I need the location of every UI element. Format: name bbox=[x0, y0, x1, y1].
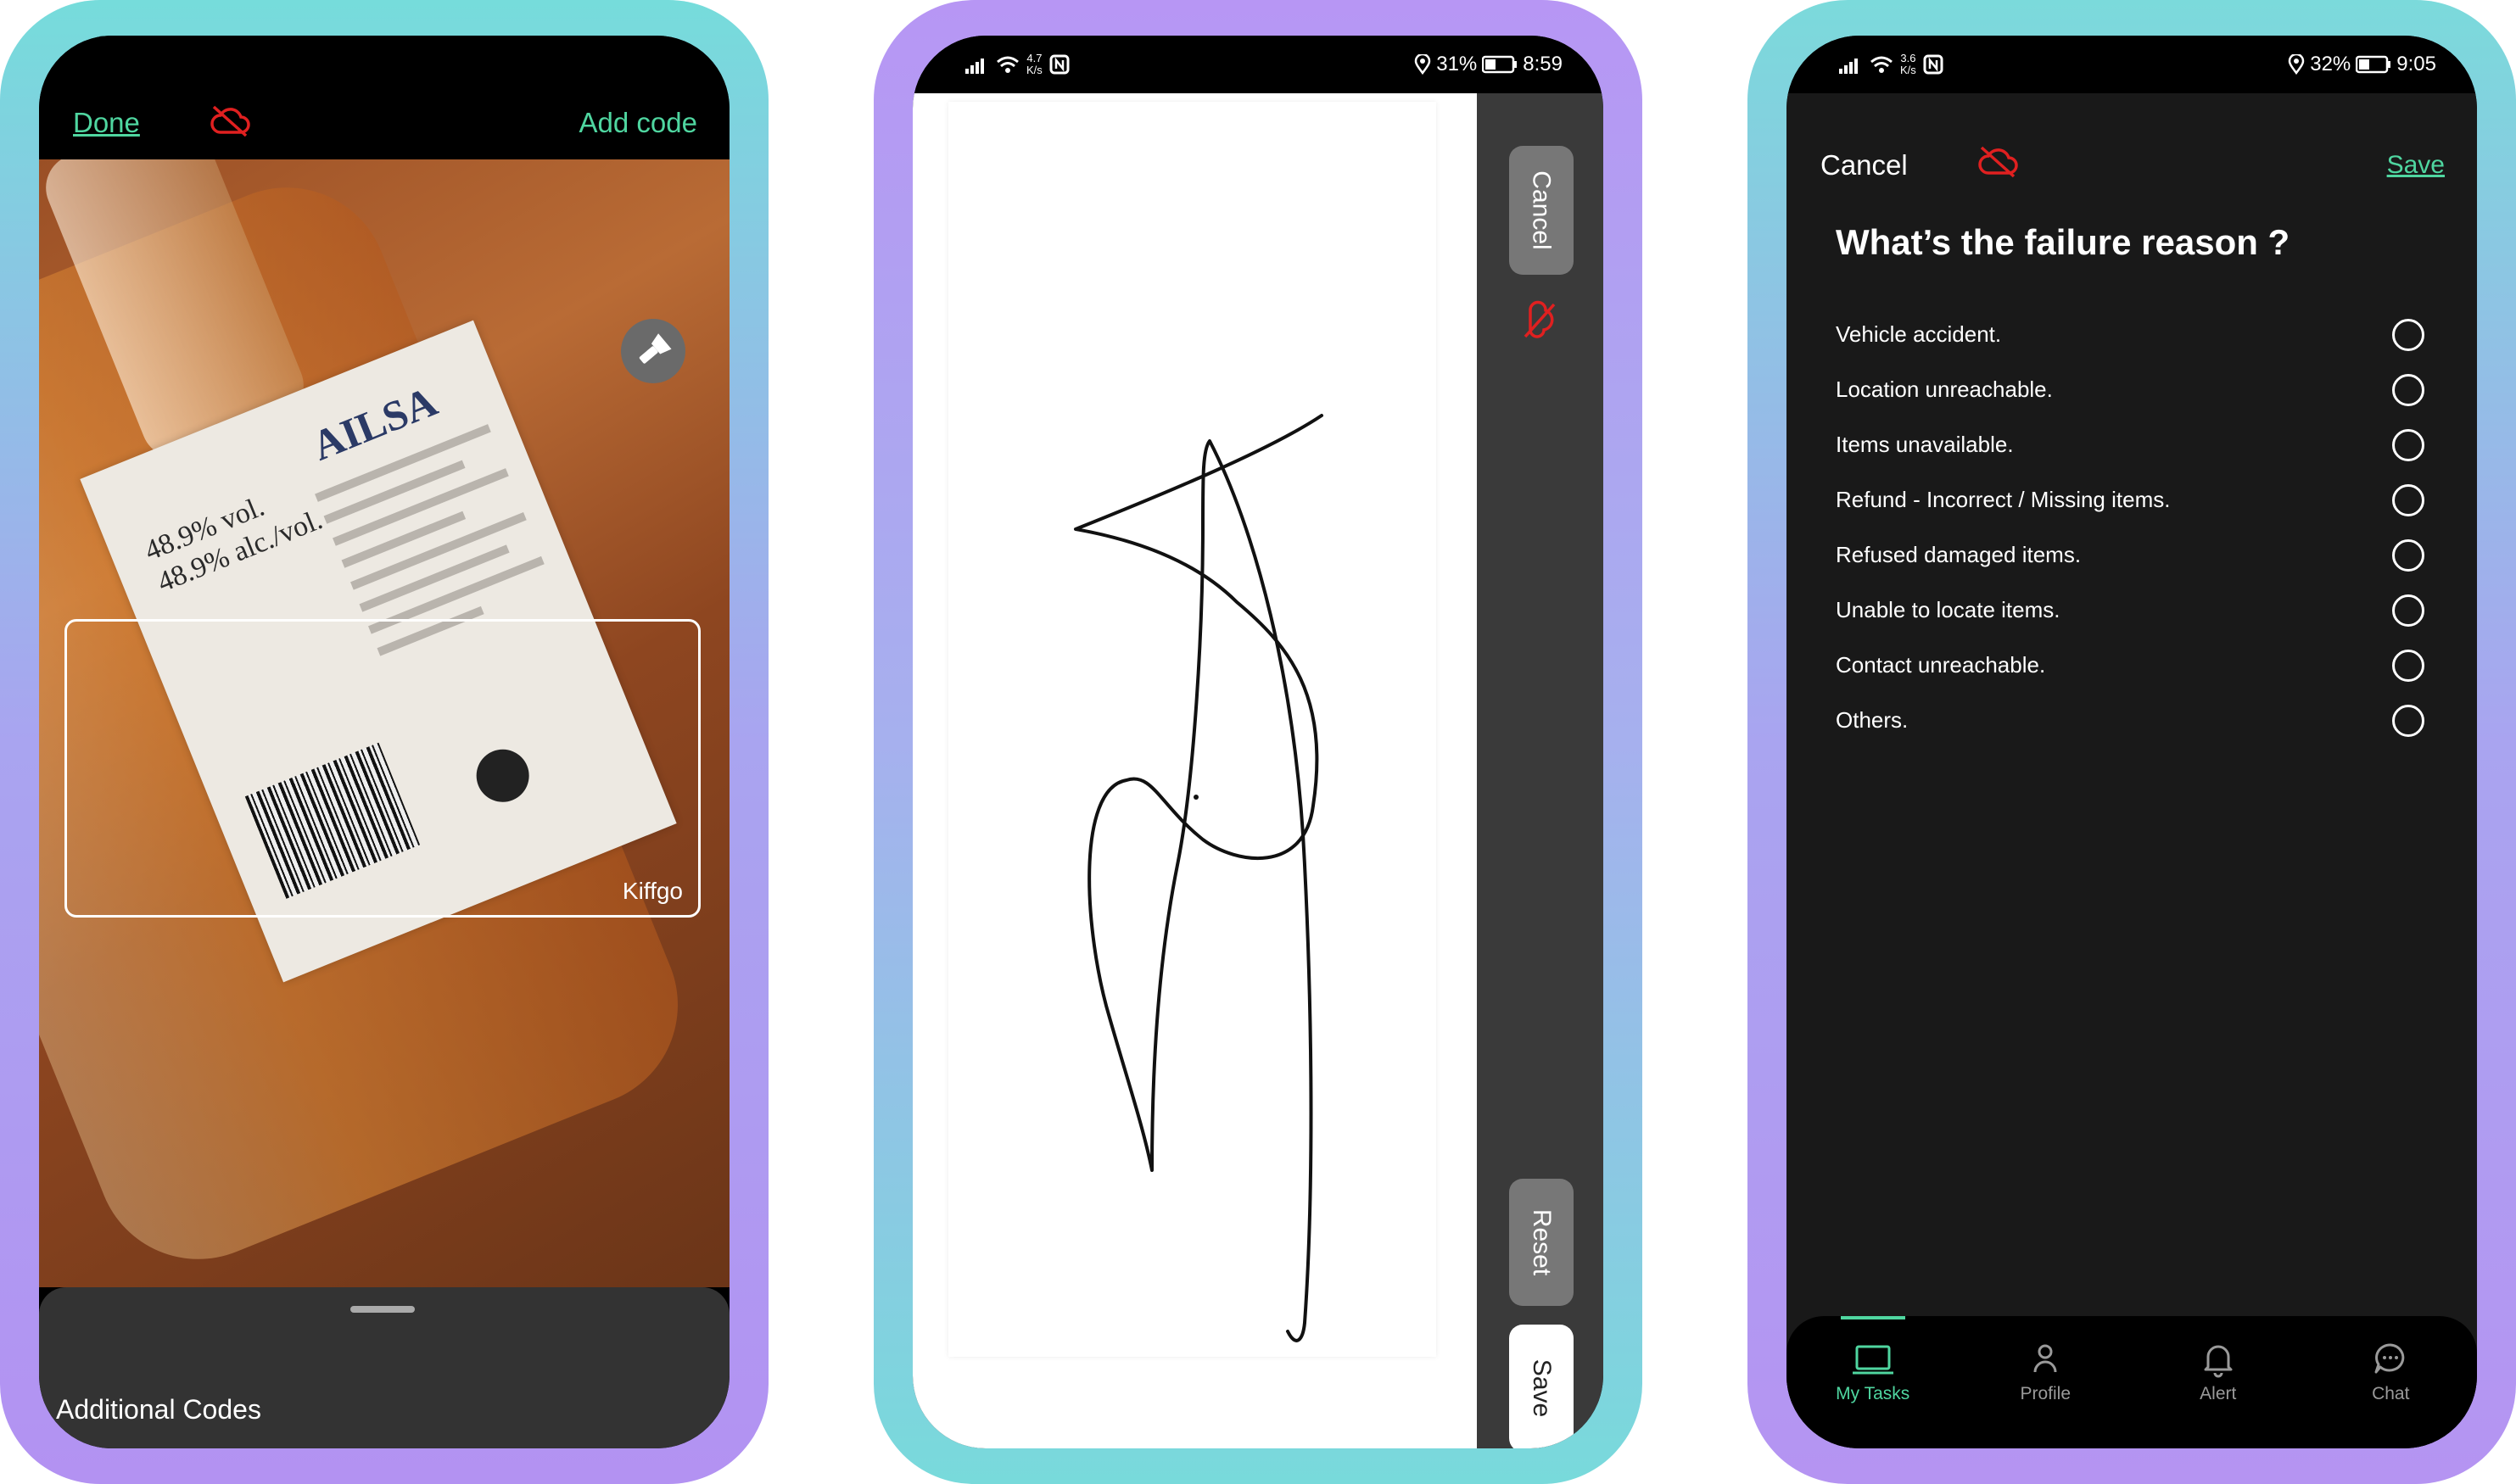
status-left: 3.6 K/s bbox=[1839, 53, 1943, 76]
radio-button[interactable] bbox=[2392, 594, 2424, 627]
failure-reason-screen: 3.6 K/s 32% 9:05 Cancel Save What’s the … bbox=[1786, 36, 2477, 1448]
reason-option-contact-unreachable[interactable]: Contact unreachable. bbox=[1836, 638, 2424, 693]
signature-pad[interactable] bbox=[948, 102, 1436, 1357]
nav-item-chat[interactable]: Chat bbox=[2305, 1316, 2478, 1448]
reason-option-location-unreachable[interactable]: Location unreachable. bbox=[1836, 362, 2424, 417]
reason-label: Location unreachable. bbox=[1836, 377, 2053, 402]
additional-codes-sheet[interactable]: Additional Codes bbox=[39, 1287, 730, 1448]
nav-item-profile[interactable]: Profile bbox=[1960, 1316, 2133, 1448]
reason-option-vehicle-accident[interactable]: Vehicle accident. bbox=[1836, 307, 2424, 362]
signal-icon bbox=[965, 59, 984, 74]
phone-frame-failure-reason: 3.6 K/s 32% 9:05 Cancel Save What’s the … bbox=[1747, 0, 2516, 1484]
cloud-off-icon bbox=[1978, 146, 2018, 178]
radio-button[interactable] bbox=[2392, 318, 2424, 351]
wifi-icon bbox=[997, 56, 1019, 73]
sheet-drag-handle[interactable] bbox=[350, 1306, 415, 1313]
battery-percent: 31% bbox=[1436, 53, 1478, 75]
location-icon bbox=[2288, 54, 2305, 75]
nav-label: My Tasks bbox=[1836, 1384, 1910, 1403]
signature-screen: 4.7 K/s 31% 8:59 Cancel Reset Save bbox=[913, 36, 1603, 1448]
sheet-title: Additional Codes bbox=[56, 1394, 261, 1425]
speed-unit: K/s bbox=[1026, 64, 1043, 76]
network-speed: 4.7 K/s bbox=[1026, 53, 1043, 76]
network-speed: 3.6 K/s bbox=[1900, 53, 1916, 76]
status-left: 4.7 K/s bbox=[965, 53, 1070, 76]
signature-canvas-area bbox=[913, 93, 1477, 1448]
bottle-abv-text: 48.9% vol. 48.9% alc./vol. bbox=[140, 471, 327, 600]
reason-label: Refused damaged items. bbox=[1836, 542, 2082, 567]
done-button[interactable]: Done bbox=[73, 107, 140, 139]
scanner-screen: Done Add code AILSA 48.9% vol. 48.9% alc… bbox=[39, 36, 730, 1448]
battery-percent: 32% bbox=[2310, 53, 2351, 75]
reason-label: Contact unreachable. bbox=[1836, 652, 2046, 678]
reason-label: Items unavailable. bbox=[1836, 432, 2014, 457]
radio-button[interactable] bbox=[2392, 373, 2424, 406]
reason-label: Refund - Incorrect / Missing items. bbox=[1836, 487, 2171, 512]
reason-list: Vehicle accident. Location unreachable. … bbox=[1836, 307, 2424, 748]
save-button[interactable]: Save bbox=[2387, 151, 2445, 180]
cancel-label: Cancel bbox=[1528, 170, 1557, 250]
save-label: Save bbox=[1527, 1358, 1556, 1418]
chat-bubble-icon bbox=[2374, 1343, 2405, 1374]
flashlight-button[interactable] bbox=[621, 319, 685, 383]
bottom-nav: My Tasks Profile Alert Chat bbox=[1786, 1316, 2477, 1448]
reset-button[interactable]: Reset bbox=[1509, 1179, 1574, 1306]
cloud-off-icon bbox=[1524, 300, 1556, 338]
reason-option-refund[interactable]: Refund - Incorrect / Missing items. bbox=[1836, 472, 2424, 527]
status-bar: 4.7 K/s 31% 8:59 bbox=[913, 36, 1603, 93]
reason-label: Vehicle accident. bbox=[1836, 321, 2002, 347]
nfc-icon bbox=[1049, 54, 1070, 75]
wifi-icon bbox=[1870, 56, 1893, 73]
phone-frame-signature: 4.7 K/s 31% 8:59 Cancel Reset Save bbox=[874, 0, 1642, 1484]
phone-frame-scanner: Done Add code AILSA 48.9% vol. 48.9% alc… bbox=[0, 0, 769, 1484]
save-button[interactable]: Save bbox=[1509, 1325, 1574, 1448]
laptop-icon bbox=[1852, 1345, 1893, 1375]
speed-value: 4.7 bbox=[1026, 52, 1043, 64]
clock: 8:59 bbox=[1523, 53, 1563, 75]
signature-stroke bbox=[1074, 414, 1323, 1342]
status-right: 32% 9:05 bbox=[2288, 53, 2436, 76]
clock: 9:05 bbox=[2396, 53, 2436, 75]
nav-label: Profile bbox=[2020, 1384, 2072, 1403]
status-bar: 3.6 K/s 32% 9:05 bbox=[1786, 36, 2477, 93]
nav-label: Chat bbox=[2372, 1384, 2410, 1403]
scanner-top-bar: Done Add code bbox=[39, 36, 730, 159]
reason-option-items-unavailable[interactable]: Items unavailable. bbox=[1836, 417, 2424, 472]
reset-label: Reset bbox=[1528, 1208, 1556, 1276]
speed-unit: K/s bbox=[1900, 64, 1916, 76]
page-title: What’s the failure reason ? bbox=[1836, 222, 2290, 262]
radio-button[interactable] bbox=[2392, 538, 2424, 572]
nav-item-my-tasks[interactable]: My Tasks bbox=[1786, 1316, 1960, 1448]
cloud-off-icon bbox=[210, 105, 250, 137]
signal-icon bbox=[1839, 59, 1858, 74]
nav-item-alert[interactable]: Alert bbox=[2132, 1316, 2305, 1448]
signature-side-panel: Cancel Reset Save bbox=[1477, 93, 1603, 1448]
reason-label: Unable to locate items. bbox=[1836, 597, 2060, 622]
location-icon bbox=[1414, 54, 1431, 75]
status-right: 31% 8:59 bbox=[1414, 53, 1563, 76]
battery-icon bbox=[2356, 55, 2391, 74]
add-code-button[interactable]: Add code bbox=[579, 107, 697, 139]
nav-label: Alert bbox=[2200, 1384, 2237, 1403]
reason-label: Others. bbox=[1836, 707, 1909, 733]
bell-icon bbox=[2204, 1345, 2233, 1378]
scan-frame: Kiffgo bbox=[64, 619, 701, 918]
flashlight-icon bbox=[639, 333, 672, 364]
scan-frame-label: Kiffgo bbox=[622, 878, 683, 904]
nfc-icon bbox=[1923, 54, 1943, 75]
reason-option-unable-to-locate[interactable]: Unable to locate items. bbox=[1836, 583, 2424, 638]
radio-button[interactable] bbox=[2392, 649, 2424, 682]
cancel-button[interactable]: Cancel bbox=[1820, 149, 1908, 181]
radio-button[interactable] bbox=[2392, 704, 2424, 737]
speed-value: 3.6 bbox=[1900, 52, 1916, 64]
battery-icon bbox=[1482, 55, 1518, 74]
radio-button[interactable] bbox=[2392, 428, 2424, 461]
nav-active-indicator bbox=[1840, 1316, 1905, 1319]
reason-option-refused-damaged[interactable]: Refused damaged items. bbox=[1836, 527, 2424, 583]
radio-button[interactable] bbox=[2392, 483, 2424, 516]
failure-reason-body: Cancel Save What’s the failure reason ? … bbox=[1786, 93, 2477, 1448]
person-icon bbox=[2033, 1344, 2057, 1373]
cancel-button[interactable]: Cancel bbox=[1509, 146, 1574, 275]
reason-option-others[interactable]: Others. bbox=[1836, 693, 2424, 748]
